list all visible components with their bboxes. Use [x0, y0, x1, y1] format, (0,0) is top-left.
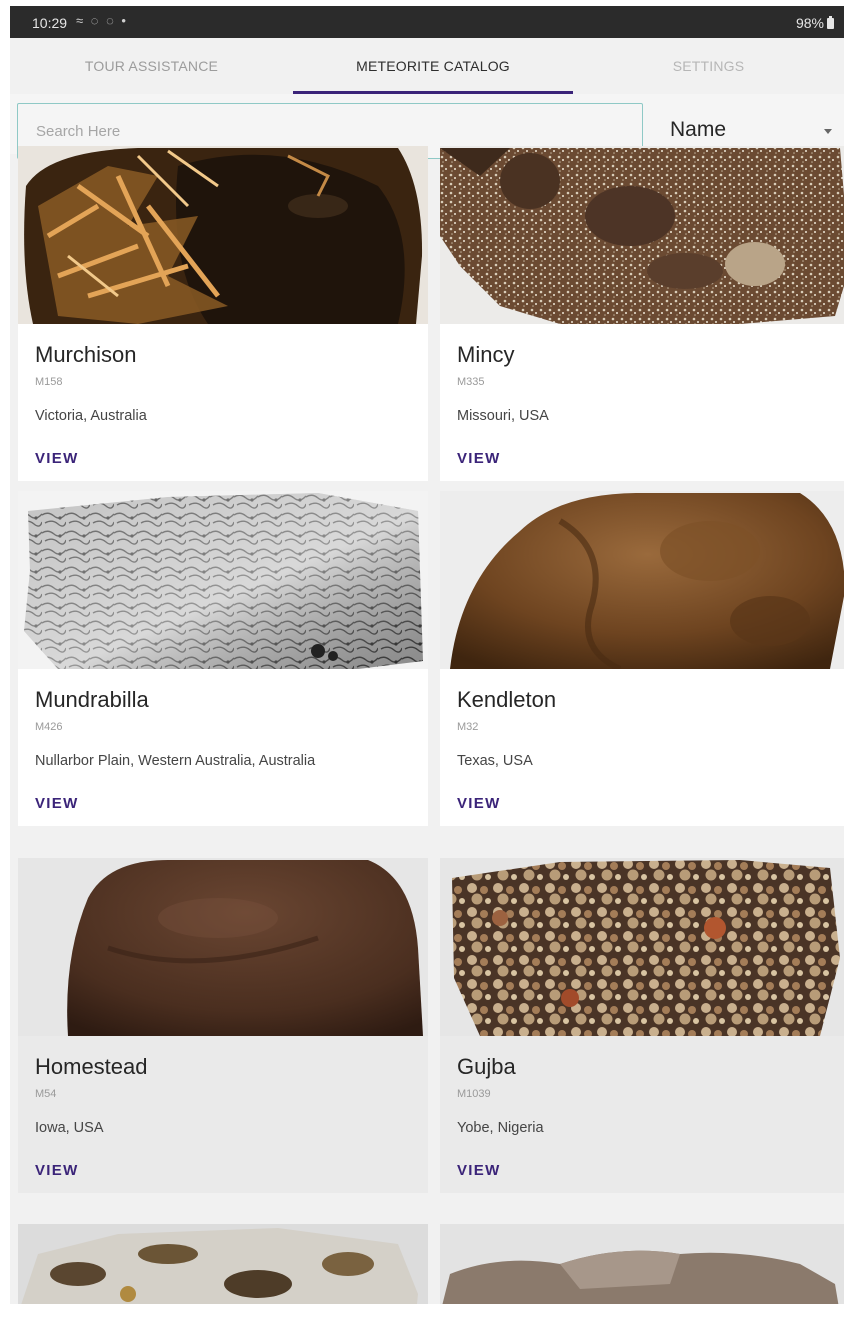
meteorite-card-homestead[interactable]: Homestead M54 Iowa, USA VIEW [18, 858, 428, 1193]
status-indicator-icons: ≈ ◌ ◌ • [76, 13, 128, 28]
meteorite-id: M335 [457, 376, 485, 388]
meteorite-card-mincy[interactable]: Mincy M335 Missouri, USA VIEW [440, 146, 844, 481]
view-button[interactable]: VIEW [457, 1162, 501, 1179]
meteorite-name: Mincy [457, 342, 515, 367]
meteorite-location: Iowa, USA [35, 1120, 104, 1136]
meteorite-location: Texas, USA [457, 753, 533, 769]
tab-bar: TOUR ASSISTANCE METEORITE CATALOG SETTIN… [10, 38, 844, 94]
meteorite-name: Gujba [457, 1054, 516, 1079]
view-button[interactable]: VIEW [457, 795, 501, 812]
meteorite-location: Missouri, USA [457, 408, 549, 424]
meteorite-card-gujba[interactable]: Gujba M1039 Yobe, Nigeria VIEW [440, 858, 844, 1193]
battery-icon [827, 15, 834, 29]
meteorite-image-homestead [18, 858, 428, 1036]
meteorite-card-kendleton[interactable]: Kendleton M32 Texas, USA VIEW [440, 491, 844, 826]
meteorite-name: Kendleton [457, 687, 557, 712]
meteorite-image-kendleton [440, 491, 844, 669]
meteorite-card-murchison[interactable]: Murchison M158 Victoria, Australia VIEW [18, 146, 428, 481]
meteorite-id: M1039 [457, 1088, 491, 1100]
meteorite-grid: Murchison M158 Victoria, Australia VIEW [10, 146, 844, 1304]
meteorite-card-partial-left[interactable] [18, 1224, 428, 1304]
meteorite-image-mundrabilla [18, 491, 428, 669]
meteorite-image-partial-left [18, 1224, 428, 1304]
view-button[interactable]: VIEW [35, 450, 79, 467]
sort-selected-value: Name [670, 118, 727, 141]
meteorite-image-gujba [440, 858, 844, 1036]
meteorite-image-mincy [440, 146, 844, 324]
meteorite-location: Victoria, Australia [35, 408, 147, 424]
view-button[interactable]: VIEW [35, 1162, 79, 1179]
sort-select[interactable]: Name [670, 118, 840, 148]
tab-settings[interactable]: SETTINGS [573, 38, 844, 94]
tab-tour-assistance[interactable]: TOUR ASSISTANCE [10, 38, 293, 94]
tab-meteorite-catalog[interactable]: METEORITE CATALOG [293, 38, 573, 94]
meteorite-name: Homestead [35, 1054, 148, 1079]
meteorite-id: M32 [457, 721, 479, 733]
meteorite-location: Yobe, Nigeria [457, 1120, 544, 1136]
view-button[interactable]: VIEW [35, 795, 79, 812]
view-button[interactable]: VIEW [457, 450, 501, 467]
meteorite-image-partial-right [440, 1224, 844, 1304]
meteorite-image-murchison [18, 146, 428, 324]
meteorite-card-partial-right[interactable] [440, 1224, 844, 1304]
status-bar: 10:29 ≈ ◌ ◌ • 98% [10, 6, 844, 38]
meteorite-id: M426 [35, 721, 63, 733]
search-row: Name [10, 94, 844, 159]
battery-percent: 98% [795, 15, 824, 31]
battery-status: 98% [796, 15, 834, 31]
meteorite-name: Murchison [35, 342, 137, 367]
meteorite-location: Nullarbor Plain, Western Australia, Aust… [35, 753, 316, 769]
dropdown-arrow-icon [824, 129, 832, 134]
meteorite-name: Mundrabilla [35, 687, 149, 712]
meteorite-id: M158 [35, 376, 63, 388]
app-screen: 10:29 ≈ ◌ ◌ • 98% TOUR ASSISTANCE METEOR… [10, 6, 844, 1304]
meteorite-card-mundrabilla[interactable]: Mundrabilla M426 Nullarbor Plain, Wester… [18, 491, 428, 826]
meteorite-id: M54 [35, 1088, 57, 1100]
status-time: 10:29 [32, 15, 68, 31]
